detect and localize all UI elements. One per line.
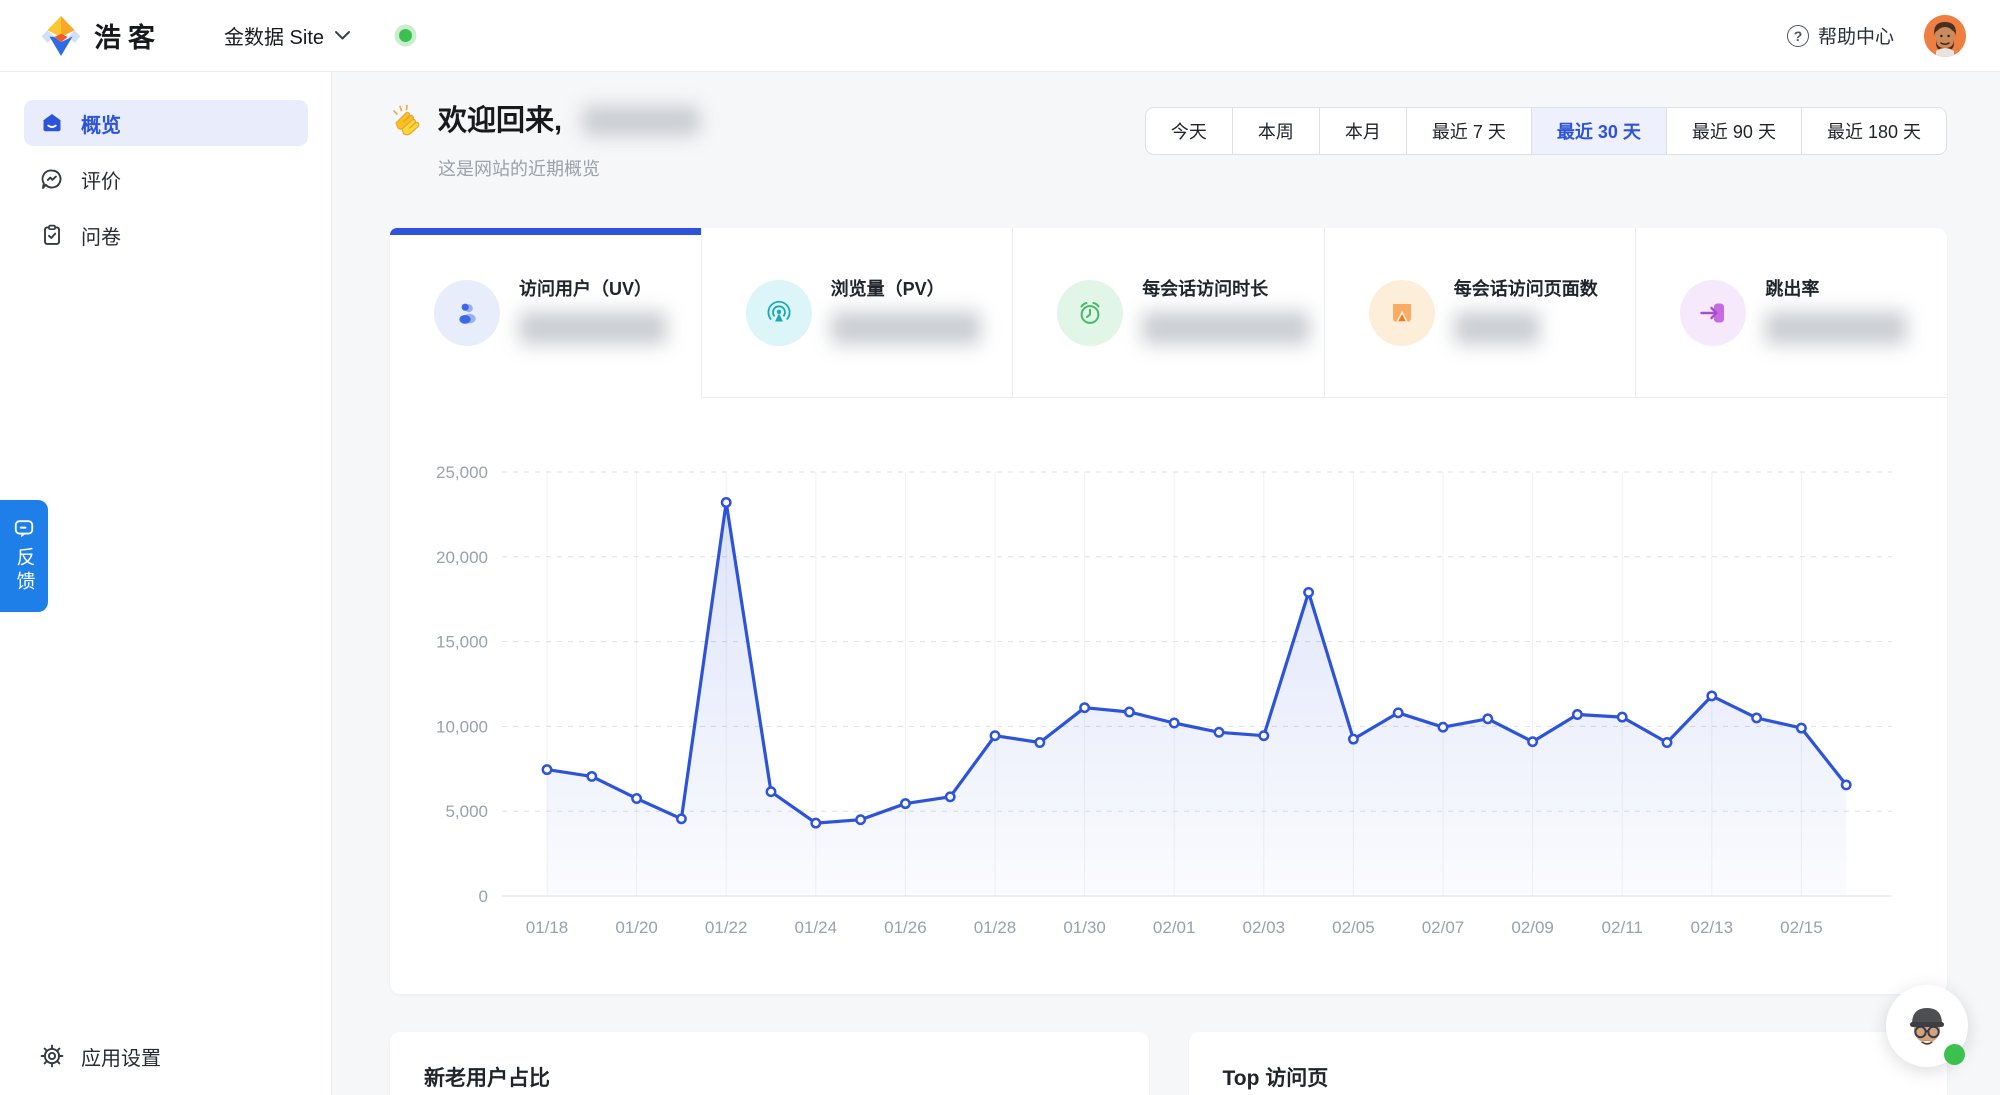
svg-text:01/30: 01/30 <box>1063 918 1106 937</box>
stat-tab-label: 每会话访问页面数 <box>1453 279 1598 299</box>
clipboard-check-icon <box>40 223 64 247</box>
svg-text:01/28: 01/28 <box>974 918 1017 937</box>
feedback-label: 反馈 <box>13 546 35 595</box>
sidebar-item-settings[interactable]: 应用设置 <box>24 1033 308 1079</box>
brand-logo-icon <box>41 15 81 56</box>
svg-text:02/15: 02/15 <box>1780 918 1823 937</box>
clapping-hands-icon <box>393 104 420 136</box>
user-avatar[interactable] <box>1924 14 1966 57</box>
help-center-label: 帮助中心 <box>1817 27 1894 48</box>
sidebar-nav: 概览 评价 问卷 <box>24 100 308 258</box>
card-new-vs-returning: 新老用户占比 <box>390 1032 1149 1095</box>
floating-avatar[interactable] <box>1886 985 1968 1067</box>
brand-name: 浩客 <box>94 23 162 53</box>
stat-tabs: 访问用户（UV） 浏览量（PV） 每会话访问时长 每会话访问页面数 跳出率 <box>390 228 1947 398</box>
question-mark-icon: ? <box>1786 24 1809 47</box>
pages-icon <box>1368 279 1435 346</box>
stat-tab-pages-per-session[interactable]: 每会话访问页面数 <box>1323 228 1636 398</box>
broadcast-icon <box>745 279 812 346</box>
card-top-pages: Top 访问页 <box>1188 1032 1947 1095</box>
sidebar-item-label: 概览 <box>81 114 121 137</box>
svg-text:02/13: 02/13 <box>1691 918 1734 937</box>
sidebar-item-surveys[interactable]: 问卷 <box>24 212 308 258</box>
user-avatar-face-icon <box>1924 14 1966 57</box>
site-status-dot <box>399 29 413 42</box>
stat-tab-label: 浏览量（PV） <box>830 279 945 299</box>
svg-text:15,000: 15,000 <box>436 633 488 652</box>
sidebar-item-reviews[interactable]: 评价 <box>24 156 308 202</box>
stat-tab-bounce-rate[interactable]: 跳出率 <box>1635 228 1947 398</box>
site-selector[interactable]: 金数据 Site <box>224 21 351 50</box>
svg-text:01/26: 01/26 <box>884 918 927 937</box>
stat-tab-label: 每会话访问时长 <box>1142 279 1269 299</box>
chevron-down-icon <box>335 31 351 40</box>
range-button-today[interactable]: 今天 <box>1145 108 1232 154</box>
bottom-cards-row: 新老用户占比 Top 访问页 <box>390 1032 1947 1095</box>
stat-tab-uv[interactable]: 访问用户（UV） <box>390 228 701 398</box>
welcome-text: 欢迎回来, <box>438 105 563 137</box>
alarm-clock-icon <box>1057 279 1124 346</box>
topbar: 浩客 金数据 Site ? 帮助中心 <box>0 0 2000 72</box>
stat-tab-label: 访问用户（UV） <box>519 279 653 299</box>
sidebar-item-label: 评价 <box>81 170 121 193</box>
svg-text:5,000: 5,000 <box>445 802 488 821</box>
user-icon <box>434 279 500 346</box>
svg-text:02/11: 02/11 <box>1602 918 1643 937</box>
stat-tab-session-duration[interactable]: 每会话访问时长 <box>1012 228 1324 398</box>
sidebar-settings-label: 应用设置 <box>81 1047 161 1070</box>
page-head: 欢迎回来, 这是网站的近期概览 今天 本周 本月 最近 7 天最近 30 天最近 90… <box>390 100 1947 181</box>
feedback-tab[interactable]: 反馈 <box>0 500 48 612</box>
feedback-chat-icon <box>14 519 34 537</box>
chart-area-fill <box>547 502 1847 896</box>
range-button-last-7-days[interactable]: 最近 7 天 <box>1405 108 1531 154</box>
page-subtitle: 这是网站的近期概览 <box>438 159 600 179</box>
home-icon <box>40 111 64 135</box>
exit-arrow-icon <box>1680 279 1747 346</box>
stat-value-redacted <box>519 311 667 345</box>
svg-text:02/05: 02/05 <box>1332 918 1375 937</box>
svg-text:10,000: 10,000 <box>436 717 488 736</box>
uv-trend-chart-svg: 0 5,000 10,000 15,000 20,000 25,000 01/18 01/20… <box>436 463 1892 937</box>
stat-tab-label: 跳出率 <box>1765 279 1820 299</box>
card-title-top-pages: Top 访问页 <box>1222 1067 1329 1090</box>
stat-tab-pv[interactable]: 浏览量（PV） <box>700 228 1013 398</box>
range-button-this-month[interactable]: 本月 <box>1318 108 1406 154</box>
page-title: 欢迎回来, <box>390 100 701 142</box>
svg-text:0: 0 <box>479 887 488 906</box>
svg-text:02/09: 02/09 <box>1511 918 1554 937</box>
card-title-new-vs-returning: 新老用户占比 <box>424 1067 550 1090</box>
site-selector-label: 金数据 Site <box>224 27 325 49</box>
svg-text:01/22: 01/22 <box>705 918 748 937</box>
sidebar: 概览评价问卷 应用设置 <box>0 72 332 1095</box>
help-center-button[interactable]: ? 帮助中心 <box>1786 22 1894 49</box>
chat-bubble-icon <box>40 167 64 191</box>
time-range-group: 今天 本周 本月 最近 7 天最近 30 天最近 90 天最近 180 天 <box>1144 107 1947 155</box>
uv-trend-chart[interactable]: 0 5,000 10,000 15,000 20,000 25,000 01/18 01/20… <box>390 398 1947 994</box>
overview-card: 访问用户（UV） 浏览量（PV） 每会话访问时长 每会话访问页面数 跳出率 0 5,000… <box>390 228 1947 994</box>
svg-text:25,000: 25,000 <box>436 463 488 482</box>
stat-value-redacted <box>1453 311 1540 345</box>
stat-value-redacted <box>1765 311 1908 345</box>
svg-text:01/20: 01/20 <box>615 918 658 937</box>
sidebar-item-label: 问卷 <box>81 226 121 249</box>
svg-text:02/07: 02/07 <box>1422 918 1465 937</box>
main-content: 欢迎回来, 这是网站的近期概览 今天 本周 本月 最近 7 天最近 30 天最近 90… <box>332 72 2000 1095</box>
user-name-redacted <box>582 106 701 136</box>
floating-avatar-status-dot <box>1944 1044 1965 1065</box>
svg-text:01/18: 01/18 <box>526 918 569 937</box>
svg-text:02/03: 02/03 <box>1243 918 1286 937</box>
stat-value-redacted <box>830 311 981 345</box>
range-button-last-180-days[interactable]: 最近 180 天 <box>1800 108 1946 154</box>
range-button-last-90-days[interactable]: 最近 90 天 <box>1665 108 1801 154</box>
chart-x-axis: 01/18 01/20 01/22 01/24 01/26 01/28 01/30 02/01… <box>526 918 1823 937</box>
app-root: 浩客 金数据 Site ? 帮助中心 概览 评价 问卷 应用设置 反馈 欢迎回来… <box>0 0 2000 1095</box>
svg-text:02/01: 02/01 <box>1153 918 1196 937</box>
gear-icon <box>40 1044 64 1068</box>
svg-text:20,000: 20,000 <box>436 548 488 567</box>
range-button-this-week[interactable]: 本周 <box>1231 108 1319 154</box>
stat-value-redacted <box>1142 311 1311 345</box>
range-button-last-30-days[interactable]: 最近 30 天 <box>1530 108 1666 154</box>
svg-text:01/24: 01/24 <box>795 918 838 937</box>
sidebar-item-overview[interactable]: 概览 <box>24 100 308 146</box>
